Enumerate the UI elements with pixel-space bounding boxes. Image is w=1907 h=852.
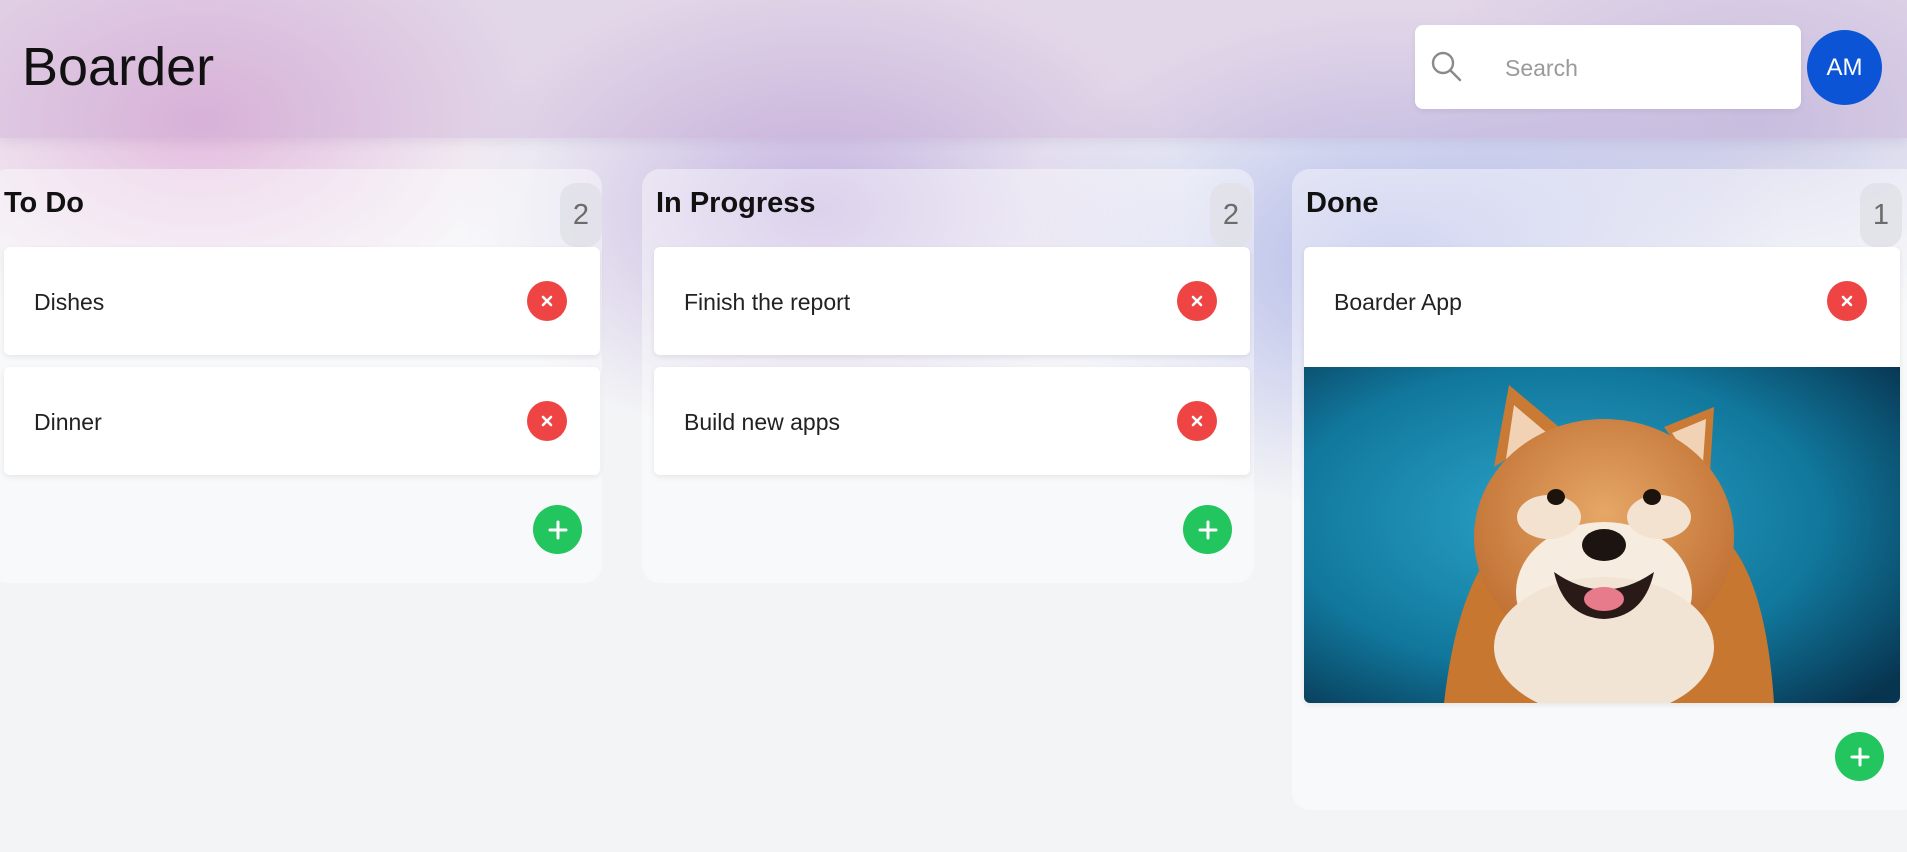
close-icon: [1191, 415, 1203, 427]
app-title: Boarder: [22, 37, 215, 97]
task-card-label: Build new apps: [684, 409, 840, 435]
plus-icon: [548, 520, 567, 539]
close-icon: [1191, 295, 1203, 307]
add-card-button[interactable]: [533, 505, 582, 554]
delete-card-button[interactable]: [527, 401, 567, 441]
delete-card-button[interactable]: [1177, 401, 1217, 441]
delete-card-button[interactable]: [527, 281, 567, 321]
dog-photo: [1304, 367, 1900, 703]
card-count-badge: 2: [560, 183, 602, 247]
app-header: Boarder AM: [0, 0, 1907, 138]
add-card-button[interactable]: [1183, 505, 1232, 554]
task-card-label: Finish the report: [684, 289, 851, 315]
close-icon: [1841, 295, 1853, 307]
task-card[interactable]: Boarder App: [1304, 247, 1900, 703]
search-box[interactable]: [1415, 25, 1801, 109]
search-input[interactable]: [1503, 47, 1787, 89]
column-done: Done 1 Boarder App: [1292, 169, 1907, 810]
task-card[interactable]: Dinner: [4, 367, 600, 475]
search-icon: [1431, 51, 1462, 82]
column-title: To Do: [4, 187, 84, 219]
task-card-label: Dishes: [34, 289, 105, 315]
card-count-badge: 2: [1210, 183, 1252, 247]
add-card-button[interactable]: [1835, 732, 1884, 781]
plus-icon: [1198, 520, 1217, 539]
task-card-label: Dinner: [34, 409, 102, 435]
card-count-badge: 1: [1860, 183, 1902, 247]
close-icon: [541, 295, 553, 307]
column-title: Done: [1306, 187, 1379, 219]
task-card[interactable]: Build new apps: [654, 367, 1250, 475]
column-todo: To Do 2 Dishes Dinner: [0, 169, 602, 583]
plus-icon: [1850, 747, 1869, 766]
column-title: In Progress: [656, 187, 816, 219]
avatar[interactable]: AM: [1807, 30, 1882, 105]
close-icon: [541, 415, 553, 427]
delete-card-button[interactable]: [1827, 281, 1867, 321]
task-card[interactable]: Finish the report: [654, 247, 1250, 355]
column-in-progress: In Progress 2 Finish the report Build ne…: [642, 169, 1254, 583]
delete-card-button[interactable]: [1177, 281, 1217, 321]
task-card-label: Boarder App: [1334, 289, 1462, 315]
task-card[interactable]: Dishes: [4, 247, 600, 355]
